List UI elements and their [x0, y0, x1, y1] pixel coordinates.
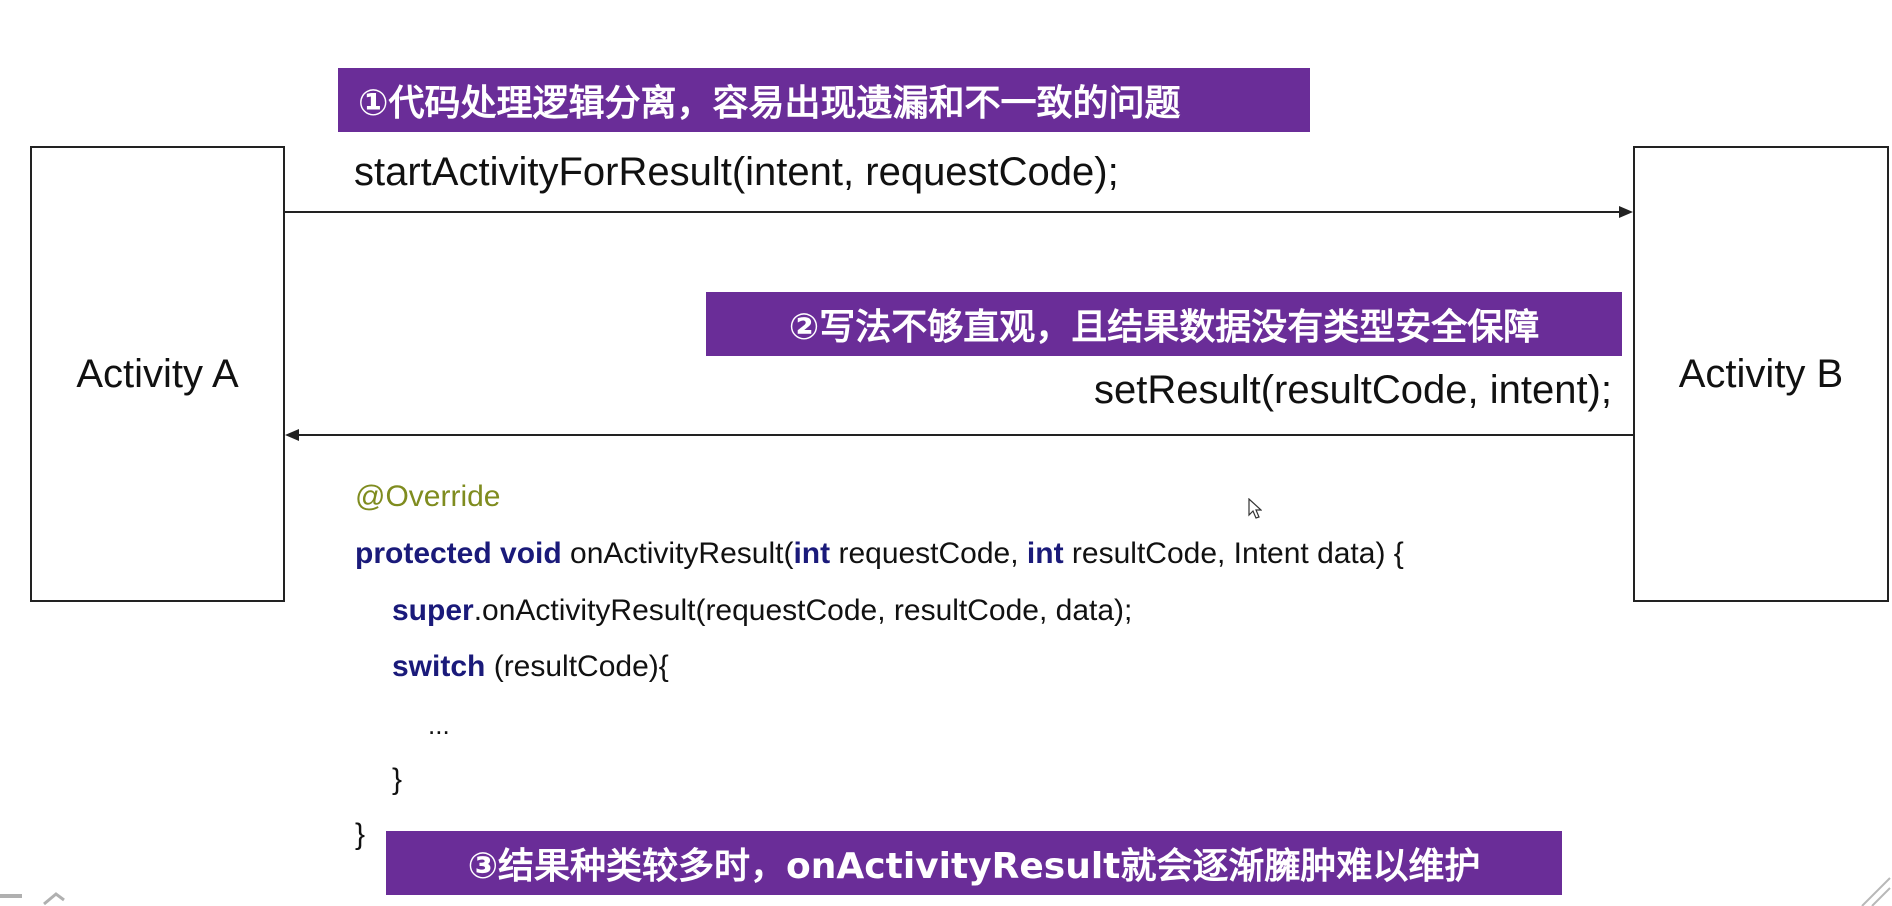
code-ellipsis: ... [428, 710, 450, 740]
code-annotation: @Override [355, 480, 501, 513]
forward-arrow-head [1619, 206, 1633, 218]
switch-arg: (resultCode){ [493, 650, 669, 683]
kw-protected: protected [355, 537, 492, 570]
code-method-signature: protected void onActivityResult(int requ… [355, 537, 1404, 571]
code-close-inner: } [392, 763, 403, 796]
cursor-icon [1248, 498, 1262, 519]
kw-void: void [500, 537, 562, 570]
problem-banner-2-text: ②写法不够直观，且结果数据没有类型安全保障 [788, 307, 1540, 348]
kw-int-1: int [793, 537, 831, 570]
kw-switch: switch [392, 650, 486, 683]
problem-banner-1: ①代码处理逻辑分离，容易出现遗漏和不一致的问题 [338, 68, 1310, 132]
arrows-layer [285, 206, 1633, 441]
code-switch-line: switch (resultCode){ [392, 650, 669, 684]
start-activity-call: startActivityForResult(intent, requestCo… [354, 150, 1119, 194]
corner-glyph-left [0, 892, 65, 906]
problem-banner-3: ③结果种类较多时，onActivityResult就会逐渐臃肿难以维护 [386, 831, 1562, 895]
super-call: .onActivityResult(requestCode, resultCod… [473, 594, 1133, 627]
problem-banner-1-text: ①代码处理逻辑分离，容易出现遗漏和不一致的问题 [358, 83, 1181, 124]
param-result: resultCode, Intent data) { [1071, 537, 1404, 570]
problem-banner-2: ②写法不够直观，且结果数据没有类型安全保障 [706, 292, 1622, 356]
kw-super: super [392, 594, 474, 627]
return-arrow-head [285, 429, 299, 441]
code-close-outer: } [355, 818, 366, 851]
kw-int-2: int [1026, 537, 1064, 570]
code-super-line: super.onActivityResult(requestCode, resu… [392, 594, 1132, 628]
problem-banner-3-text: ③结果种类较多时，onActivityResult就会逐渐臃肿难以维护 [467, 846, 1481, 887]
set-result-call: setResult(resultCode, intent); [1093, 368, 1612, 412]
param-request: requestCode, [838, 537, 1019, 570]
method-name: onActivityResult( [570, 537, 794, 570]
corner-glyph-right [1861, 877, 1891, 906]
